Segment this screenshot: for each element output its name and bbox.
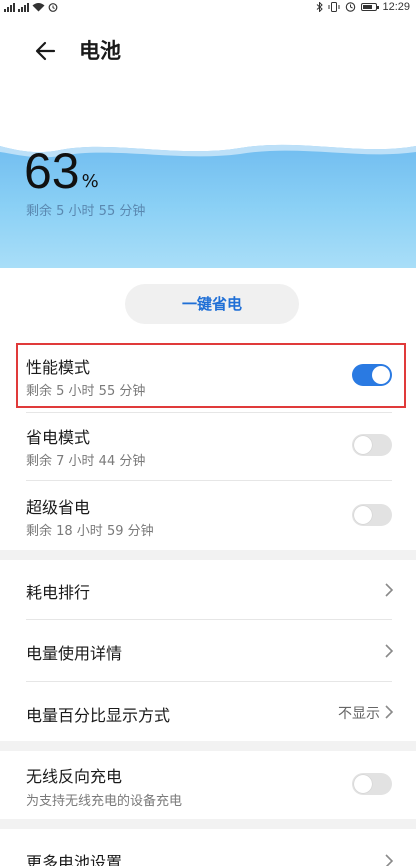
toggle-knob [354,775,372,793]
chevron-right-icon [385,705,394,719]
wireless-reverse-charging-row[interactable]: 无线反向充电 为支持无线充电的设备充电 [0,751,416,817]
highlight-box [16,343,406,408]
section-gap [0,550,416,560]
wireless-charging-subtitle: 为支持无线充电的设备充电 [26,794,183,809]
menu-item-more-settings[interactable]: 更多电池设置 [0,829,416,866]
sim-signal-icon [4,2,15,12]
menu-item-ranking[interactable]: 耗电排行 [0,560,416,620]
menu-item-percentage-display[interactable]: 电量百分比显示方式 不显示 [0,682,416,740]
wireless-charging-title: 无线反向充电 [26,767,123,786]
page-title: 电池 [79,39,121,63]
chevron-right-icon [385,854,394,866]
menu-item-value: 不显示 [338,706,380,722]
menu-item-usage-details[interactable]: 电量使用详情 [0,620,416,681]
menu-item-label: 电量百分比显示方式 [26,706,171,725]
ultra-power-saving-title: 超级省电 [26,498,91,517]
toggle-knob [354,436,372,454]
section-gap [0,819,416,829]
toggle-knob [354,506,372,524]
menu-item-label: 电量使用详情 [26,644,123,663]
power-saving-mode-toggle[interactable] [352,434,392,456]
chevron-right-icon [385,583,394,597]
one-key-save-button[interactable]: 一键省电 [125,284,299,324]
alarm-icon [48,3,58,12]
battery-icon [361,3,380,11]
section-gap [0,741,416,751]
divider [26,480,392,481]
ultra-power-saving-subtitle: 剩余 18 小时 59 分钟 [26,524,154,539]
power-saving-mode-row[interactable]: 省电模式 剩余 7 小时 44 分钟 [0,414,416,480]
nfc-icon [346,2,356,12]
app-header: 电池 [0,28,416,72]
vibrate-icon [328,2,340,12]
sim-signal-icon [18,2,29,12]
wifi-icon [32,3,45,12]
power-saving-mode-title: 省电模式 [26,428,91,447]
menu-item-label: 更多电池设置 [26,853,123,866]
wireless-charging-toggle[interactable] [352,773,392,795]
battery-percent-value: 63 [24,143,80,199]
ultra-power-saving-row[interactable]: 超级省电 剩余 18 小时 59 分钟 [0,484,416,548]
battery-percent: 63 % [24,146,99,196]
status-time: 12:29 [382,1,410,13]
battery-hero: 63 % 剩余 5 小时 55 分钟 [0,130,416,268]
bluetooth-icon [317,2,324,12]
ultra-power-saving-toggle[interactable] [352,504,392,526]
divider [26,412,392,413]
chevron-right-icon [385,644,394,658]
battery-percent-unit: % [81,171,99,192]
menu-item-label: 耗电排行 [26,583,91,602]
power-saving-mode-subtitle: 剩余 7 小时 44 分钟 [26,454,146,469]
status-bar: 12:29 [0,0,416,14]
battery-remaining: 剩余 5 小时 55 分钟 [26,204,146,219]
back-arrow-icon[interactable] [30,36,60,66]
